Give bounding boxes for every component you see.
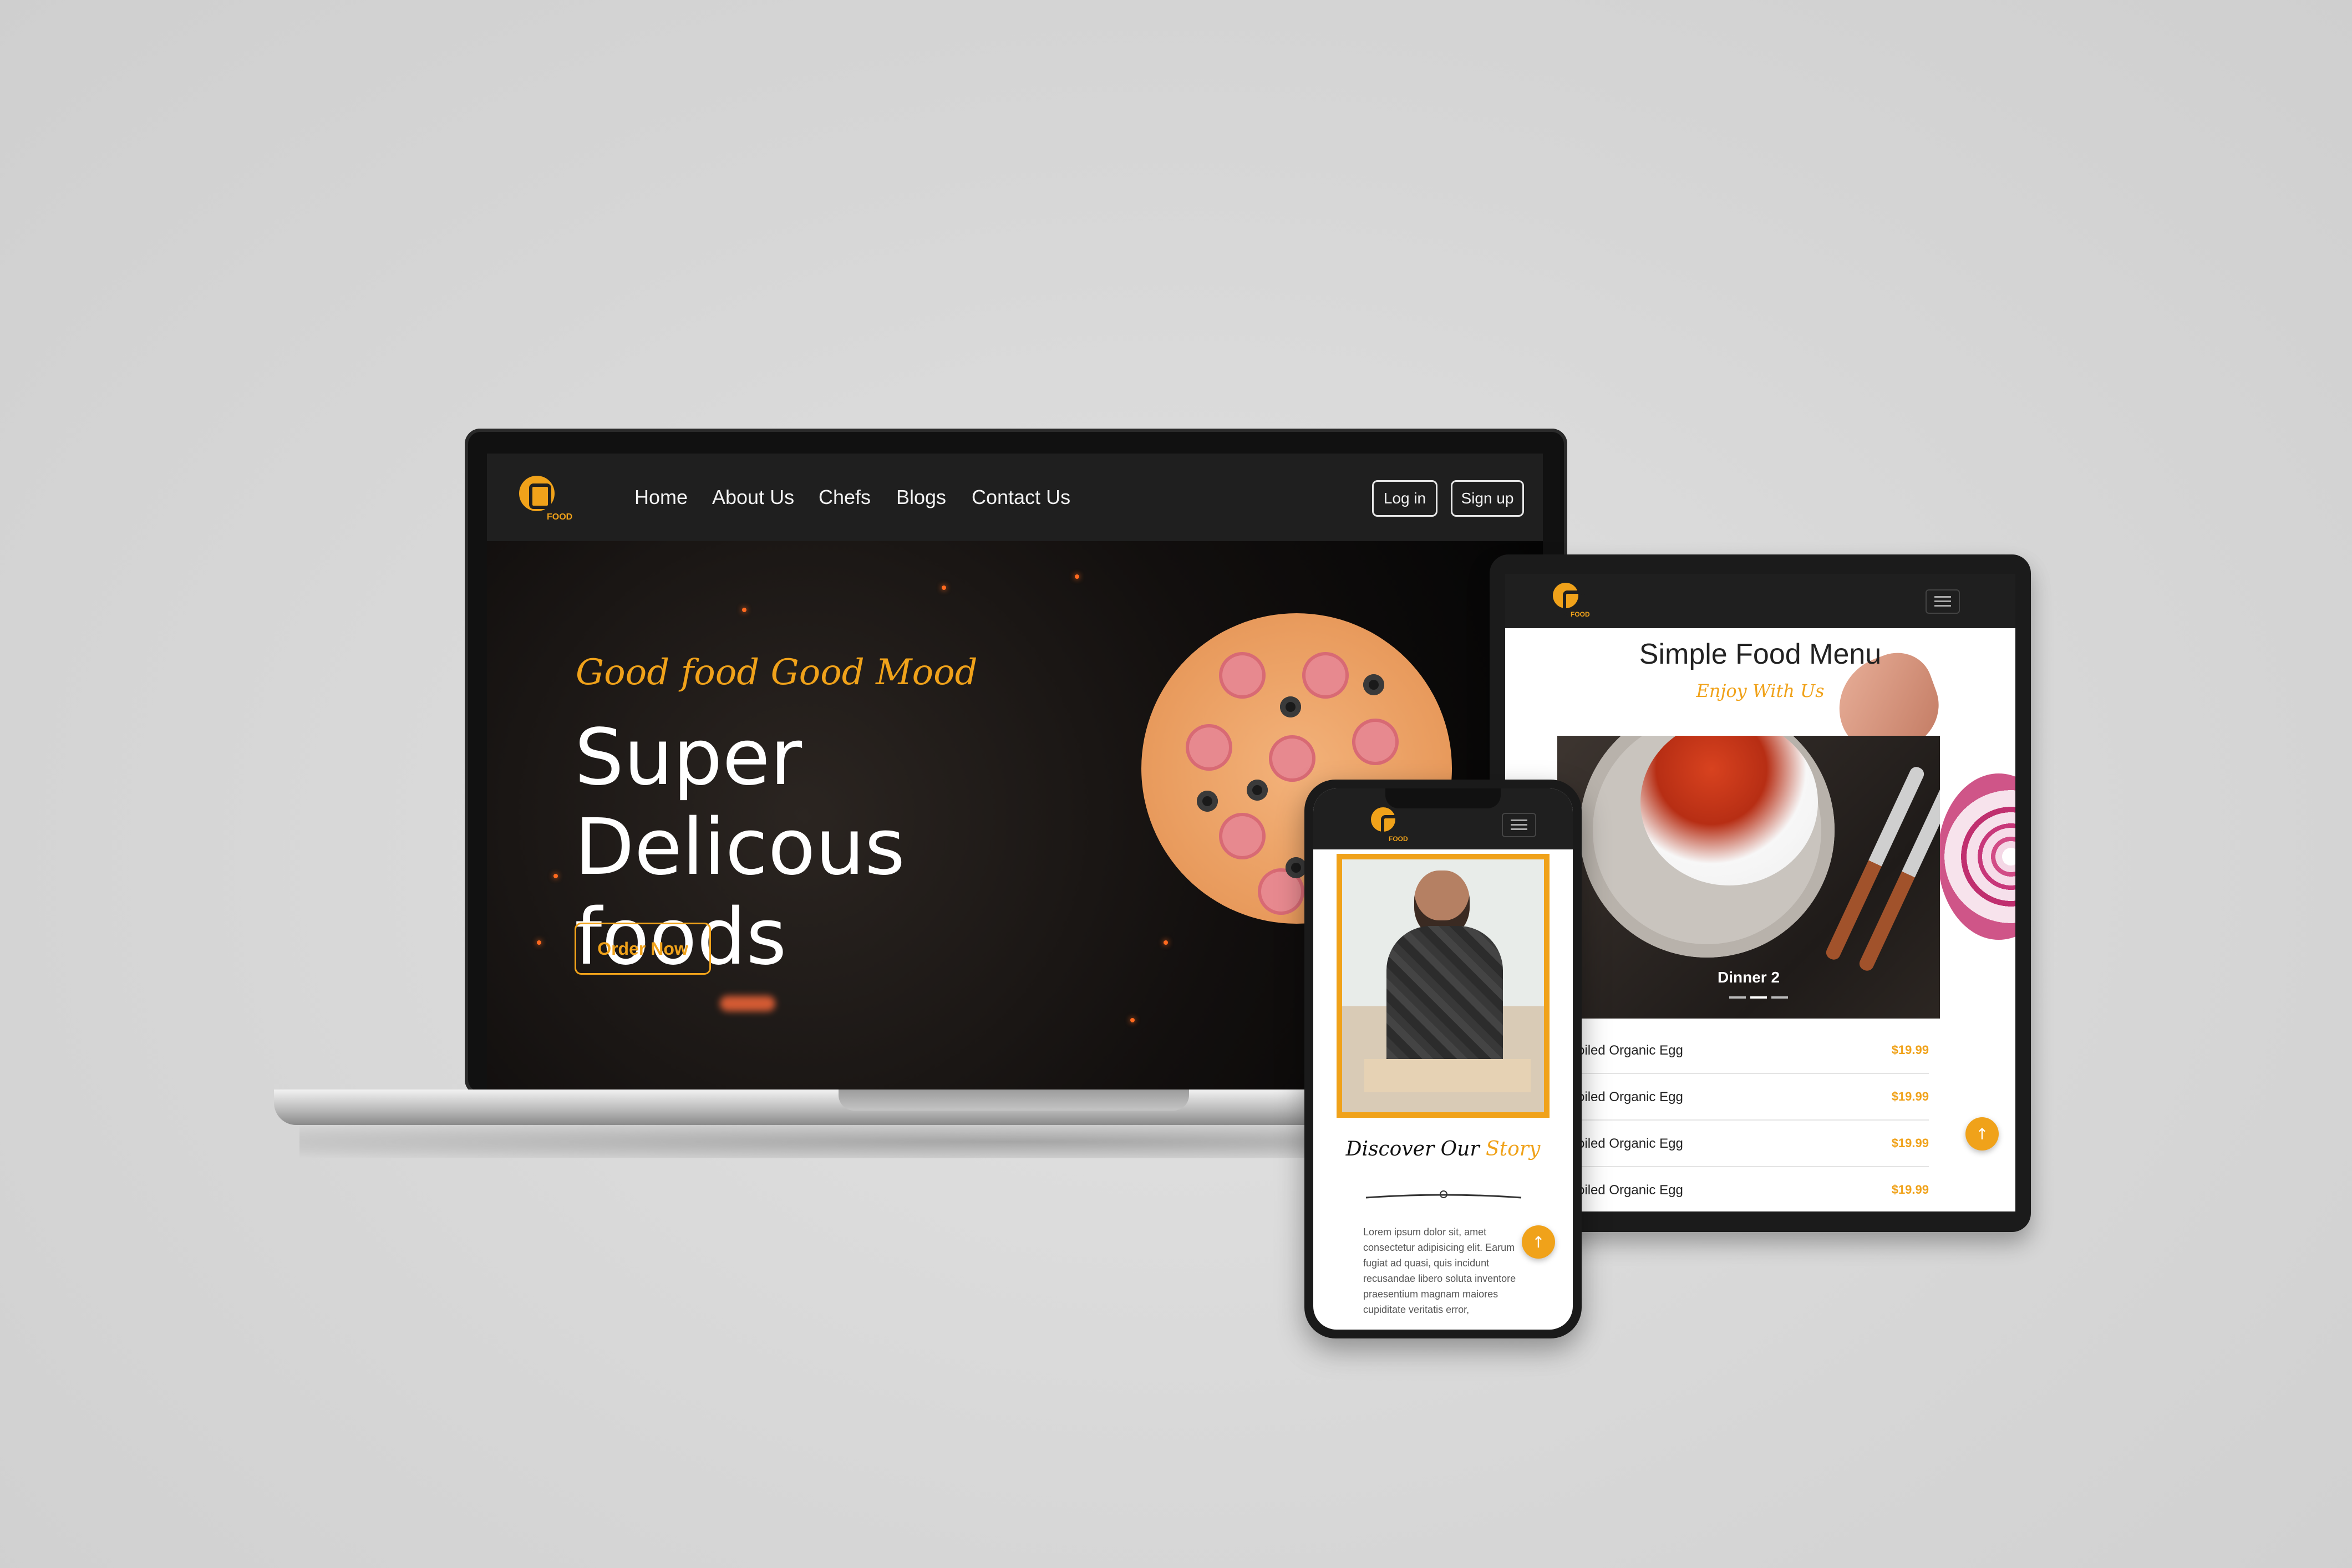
story-text: Lorem ipsum dolor sit, amet consectetur … bbox=[1363, 1226, 1516, 1315]
menu-item-price: $19.99 bbox=[1891, 1090, 1929, 1103]
nav-contact[interactable]: Contact Us bbox=[972, 486, 1070, 509]
phone-notch bbox=[1385, 788, 1501, 808]
menu-item-name: Boiled Organic Egg bbox=[1568, 1136, 1683, 1151]
nav-home[interactable]: Home bbox=[634, 486, 688, 509]
carousel-indicator-active[interactable] bbox=[1750, 996, 1767, 999]
carousel-indicator[interactable] bbox=[1771, 996, 1788, 999]
login-button[interactable]: Log in bbox=[1372, 480, 1437, 517]
menu-toggle-icon[interactable] bbox=[1926, 589, 1960, 614]
menu-list: Boiled Organic Egg $19.99 Boiled Organic… bbox=[1568, 1027, 1929, 1211]
menu-item[interactable]: Boiled Organic Egg $19.99 bbox=[1568, 1027, 1929, 1074]
menu-subtitle: Enjoy With Us bbox=[1696, 680, 1825, 701]
nav-about[interactable]: About Us bbox=[712, 486, 794, 509]
tablet-navbar: FOOD bbox=[1505, 574, 2015, 628]
signup-button[interactable]: Sign up bbox=[1451, 480, 1524, 517]
carousel-caption: Dinner 2 bbox=[1717, 969, 1780, 986]
laptop-navbar: FOOD Home About Us Chefs Blogs Contact U… bbox=[487, 454, 1543, 541]
scroll-to-top-icon[interactable]: ↑ bbox=[1522, 1225, 1555, 1259]
nav-blogs[interactable]: Blogs bbox=[896, 486, 946, 509]
logo-text: FOOD bbox=[1571, 610, 1590, 618]
story-title-main: Discover Our bbox=[1345, 1138, 1480, 1160]
logo-text: FOOD bbox=[1389, 835, 1408, 843]
menu-item[interactable]: Boiled Organic Egg $19.99 bbox=[1568, 1121, 1929, 1167]
menu-item-name: Boiled Organic Egg bbox=[1568, 1090, 1683, 1104]
scroll-to-top-icon[interactable]: ↑ bbox=[1965, 1117, 1999, 1150]
menu-title: Simple Food Menu bbox=[1639, 638, 1882, 670]
chef-photo bbox=[1337, 854, 1550, 1118]
logo-text: FOOD bbox=[547, 512, 573, 522]
menu-item-price: $19.99 bbox=[1891, 1043, 1929, 1057]
logo[interactable]: FOOD bbox=[1371, 807, 1410, 846]
logo[interactable]: FOOD bbox=[519, 476, 575, 526]
phone-screen: FOOD Discover Our Story Lorem ipsum dolo… bbox=[1313, 788, 1573, 1330]
menu-item-price: $19.99 bbox=[1891, 1183, 1929, 1197]
tablet-screen: FOOD Simple Food Menu Enjoy With Us Dinn… bbox=[1505, 574, 2015, 1211]
menu-item[interactable]: Boiled Organic Egg $19.99 bbox=[1568, 1074, 1929, 1121]
plate-image bbox=[1579, 736, 1835, 958]
chef-hat-icon bbox=[1371, 807, 1403, 841]
ornament-divider bbox=[1365, 1190, 1522, 1199]
nav-chefs[interactable]: Chefs bbox=[819, 486, 871, 509]
story-title-accent: Story bbox=[1485, 1138, 1541, 1160]
order-now-button[interactable]: Order Now bbox=[575, 923, 711, 975]
chef-hat-icon bbox=[519, 476, 555, 511]
menu-carousel[interactable]: Dinner 2 bbox=[1557, 736, 1940, 1019]
menu-item-name: Boiled Organic Egg bbox=[1568, 1043, 1683, 1058]
menu-item[interactable]: Boiled Organic Egg $19.99 bbox=[1568, 1167, 1929, 1211]
hero-tagline: Good food Good Mood bbox=[576, 652, 978, 693]
onion-image bbox=[1938, 773, 2015, 940]
carousel-indicator[interactable] bbox=[1729, 996, 1746, 999]
laptop-notch bbox=[839, 1090, 1189, 1111]
chef-hat-icon bbox=[1553, 583, 1585, 616]
logo[interactable]: FOOD bbox=[1553, 583, 1592, 622]
story-title: Discover Our Story bbox=[1313, 1138, 1573, 1160]
menu-toggle-icon[interactable] bbox=[1502, 813, 1536, 837]
menu-item-price: $19.99 bbox=[1891, 1136, 1929, 1150]
menu-item-name: Boiled Organic Egg bbox=[1568, 1183, 1683, 1198]
